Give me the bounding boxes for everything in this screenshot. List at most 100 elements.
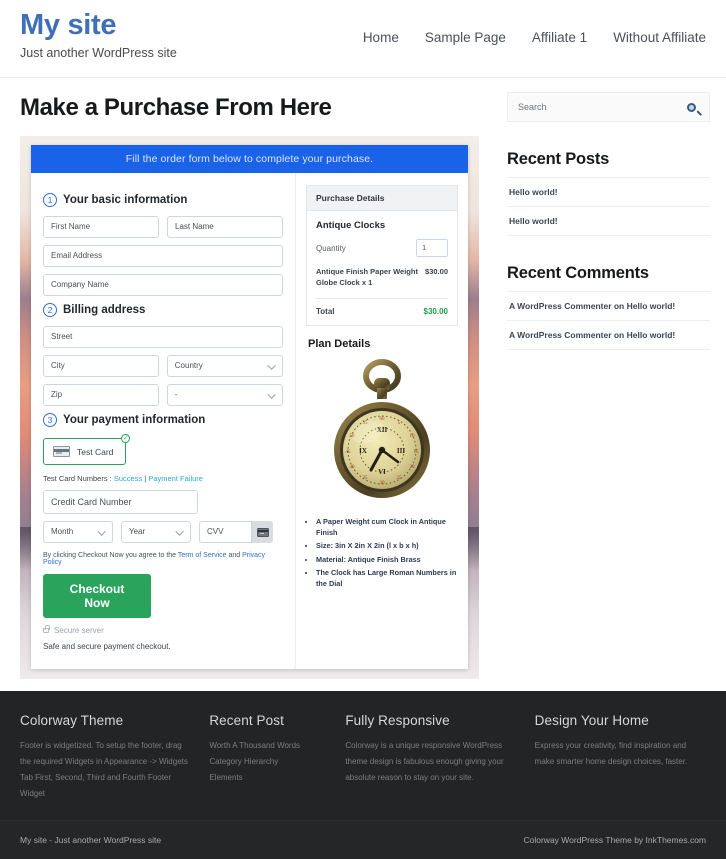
first-name-input[interactable]: First Name — [43, 216, 159, 238]
test-card-label: Test Card — [77, 446, 114, 457]
quantity-label: Quantity — [316, 243, 346, 253]
company-name-input[interactable]: Company Name — [43, 274, 283, 296]
test-card-method-button[interactable]: ✓ Test Card — [43, 434, 131, 465]
expiry-month-select[interactable]: Month — [43, 521, 113, 543]
checkout-now-button[interactable]: Checkout Now — [43, 574, 151, 618]
total-value: $30.00 — [423, 306, 448, 316]
country-select-value: Country — [174, 361, 203, 370]
purchase-details-column: Purchase Details Antique Clocks Quantity… — [296, 173, 468, 669]
svg-text:25: 25 — [397, 476, 403, 481]
email-input[interactable]: Email Address — [43, 245, 283, 267]
order-form-fields: 1 Your basic information First Name Last… — [31, 173, 296, 669]
total-row: Total $30.00 — [316, 299, 448, 316]
expiry-year-select[interactable]: Year — [121, 521, 191, 543]
recent-posts-title: Recent Posts — [507, 150, 610, 168]
terms-of-service-link[interactable]: Term of Service — [178, 552, 227, 559]
step-2-label: Billing address — [63, 304, 146, 316]
recent-posts-list: Hello world! Hello world! — [507, 177, 710, 236]
search-input[interactable]: Search — [518, 102, 547, 112]
chevron-down-icon — [97, 527, 106, 536]
footer-column-text: Express your creativity, find inspiratio… — [534, 741, 688, 766]
secure-server-label: Secure server — [54, 626, 104, 635]
svg-text:35: 35 — [363, 476, 369, 481]
footer-column-4: Design Your Home Express your creativity… — [535, 713, 706, 802]
site-branding[interactable]: My site Just another WordPress site — [20, 0, 177, 60]
company-field-row: Company Name — [43, 274, 283, 296]
plan-bullet: Size: 3in X 2in X 2in (l x b x h) — [316, 540, 458, 551]
footer-column-text: Colorway is a unique responsive WordPres… — [345, 741, 504, 782]
plan-details-list: A Paper Weight cum Clock in Antique Fini… — [316, 516, 458, 590]
cvv-card-icon-button[interactable] — [251, 521, 273, 543]
footer-credit-right[interactable]: Colorway WordPress Theme by InkThemes.co… — [524, 835, 707, 845]
zip-state-row: Zip - — [43, 384, 283, 406]
list-item[interactable]: Hello world! — [507, 177, 710, 206]
test-card-numbers-line: Test Card Numbers : Success | Payment Fa… — [43, 474, 283, 483]
svg-text:60: 60 — [380, 417, 386, 422]
country-select[interactable]: Country — [166, 355, 283, 377]
svg-text:III: III — [397, 447, 405, 455]
street-input[interactable]: Street — [43, 326, 283, 348]
terms-agreement-text: By clicking Checkout Now you agree to th… — [43, 552, 283, 566]
sub-footer: My site - Just another WordPress site Co… — [0, 820, 726, 859]
street-field-row: Street — [43, 326, 283, 348]
step-1-header: 1 Your basic information — [43, 193, 283, 207]
list-item[interactable]: Hello world! — [507, 206, 710, 236]
step-3-header: 3 Your payment information — [43, 413, 283, 427]
footer-list-item[interactable]: Worth A Thousand Words — [209, 738, 327, 754]
step-3-label: Your payment information — [63, 414, 206, 426]
purchase-details-heading: Purchase Details — [307, 186, 457, 211]
nav-item-home[interactable]: Home — [363, 30, 399, 45]
credit-card-number-input[interactable]: Credit Card Number — [43, 490, 198, 514]
name-field-row: First Name Last Name — [43, 216, 283, 238]
quantity-input[interactable]: 1 — [416, 239, 448, 257]
search-icon[interactable] — [685, 100, 698, 114]
card-number-row: Credit Card Number — [43, 490, 283, 514]
check-circle-icon: ✓ — [121, 434, 131, 443]
step-1-label: Your basic information — [63, 194, 188, 206]
line-item-price: $30.00 — [425, 267, 448, 276]
list-item[interactable]: A WordPress Commenter on Hello world! — [507, 291, 710, 320]
plan-bullet: A Paper Weight cum Clock in Antique Fini… — [316, 516, 458, 539]
chevron-down-icon — [267, 361, 276, 370]
order-form-background: Fill the order form below to complete yo… — [20, 136, 479, 679]
plan-details-title: Plan Details — [308, 337, 371, 350]
chevron-down-icon — [267, 390, 276, 399]
svg-text:IX: IX — [359, 447, 367, 455]
last-name-input[interactable]: Last Name — [167, 216, 283, 238]
line-item-row: Antique Finish Paper Weight Globe Clock … — [316, 267, 448, 299]
recent-comments-title: Recent Comments — [507, 264, 649, 282]
footer-list-item[interactable]: Category Hierarchy — [209, 754, 327, 770]
footer-list-item[interactable]: Elements — [209, 770, 327, 786]
test-card-numbers-prefix: Test Card Numbers : — [43, 474, 114, 483]
list-item[interactable]: A WordPress Commenter on Hello world! — [507, 320, 710, 350]
test-card-failure-link[interactable]: Payment Failure — [148, 474, 203, 483]
state-select[interactable]: - — [166, 384, 283, 406]
test-card-success-link[interactable]: Success — [114, 474, 142, 483]
product-name: Antique Clocks — [316, 220, 386, 231]
widget-spacer — [507, 236, 710, 264]
footer-column-title: Fully Responsive — [345, 713, 450, 728]
page-body: Make a Purchase From Here Fill the order… — [0, 78, 726, 679]
quantity-row: Quantity 1 — [316, 239, 448, 257]
nav-item-affiliate-1[interactable]: Affiliate 1 — [532, 30, 587, 45]
svg-text:40: 40 — [350, 465, 356, 470]
nav-item-sample-page[interactable]: Sample Page — [425, 30, 506, 45]
site-tagline: Just another WordPress site — [20, 45, 177, 60]
footer-column-1: Colorway Theme Footer is widgetized. To … — [20, 713, 191, 802]
search-widget[interactable]: Search — [507, 92, 710, 122]
cvv-field-wrapper: CVV — [199, 521, 273, 543]
zip-input[interactable]: Zip — [43, 384, 159, 406]
page-title: Make a Purchase From Here — [20, 94, 332, 121]
svg-text:45: 45 — [346, 450, 352, 455]
step-1-number: 1 — [43, 193, 57, 207]
city-input[interactable]: City — [43, 355, 159, 377]
order-form-body: 1 Your basic information First Name Last… — [31, 173, 468, 669]
order-form-card: Fill the order form below to complete yo… — [31, 145, 468, 669]
plan-bullet: The Clock has Large Roman Numbers in the… — [316, 567, 458, 590]
svg-text:VI: VI — [378, 468, 386, 476]
terms-prefix: By clicking Checkout Now you agree to th… — [43, 552, 178, 559]
site-title[interactable]: My site — [20, 9, 177, 42]
chevron-down-icon — [175, 527, 184, 536]
state-select-value: - — [174, 390, 178, 399]
nav-item-without-affiliate[interactable]: Without Affiliate — [613, 30, 706, 45]
